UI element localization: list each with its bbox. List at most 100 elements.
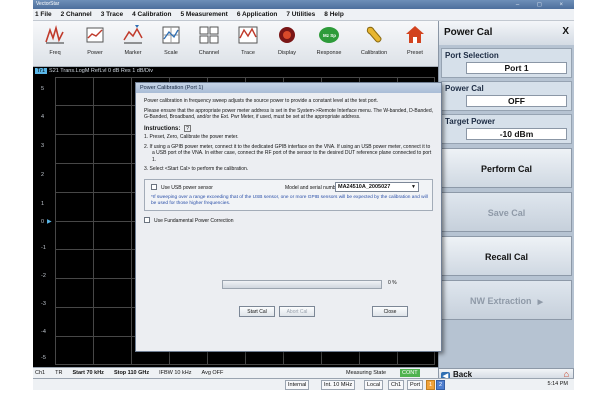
trace-icon xyxy=(238,26,258,44)
y-tick-label: -5 xyxy=(41,355,46,361)
menu-channel[interactable]: 2 Channel xyxy=(61,11,92,18)
start-cal-button[interactable]: Start Cal xyxy=(239,306,275,317)
display-button[interactable]: Display xyxy=(267,24,307,64)
marker-button[interactable]: Marker xyxy=(113,24,153,64)
save-cal-button[interactable]: Save Cal xyxy=(441,192,572,232)
response-button[interactable]: Response xyxy=(309,24,349,64)
instruction-steps: 1. Preset, Zero, Calibrate the power met… xyxy=(144,134,433,173)
use-usb-label: Use USB power sensor xyxy=(161,184,213,191)
dialog-address-note: Please ensure that the appropriate power… xyxy=(144,107,433,121)
power-cal-panel: Power Cal X Port Selection Port 1 Power … xyxy=(438,21,574,368)
recall-cal-button[interactable]: Recall Cal xyxy=(441,236,572,276)
abort-cal-button[interactable]: Abort Cal xyxy=(279,306,315,317)
status-port-1[interactable]: 1 xyxy=(426,380,436,390)
dropdown-arrow-icon: ▼ xyxy=(411,183,416,190)
nw-extraction-button[interactable]: NW Extraction ▶ xyxy=(441,280,572,320)
use-usb-checkbox[interactable] xyxy=(151,183,157,190)
dialog-title: Power Calibration (Port 1) xyxy=(136,83,441,93)
response-badge: Mz Sp xyxy=(323,33,336,38)
trace-header[interactable]: Tr1 S21 Trans.LogM RefLvl 0 dB Res 1 dB/D… xyxy=(33,67,438,75)
status-ifbw[interactable]: IFBW 10 kHz xyxy=(159,370,191,376)
instruction-step: 2. If using a GPIB power meter, connect … xyxy=(144,143,432,163)
usb-sensor-group: Use USB power sensor Model and serial nu… xyxy=(144,178,433,211)
menu-measurement[interactable]: 5 Measurement xyxy=(180,11,227,18)
status-stop[interactable]: Stop 110 GHz xyxy=(114,370,149,376)
power-calibration-dialog: Power Calibration (Port 1) Power calibra… xyxy=(135,82,442,352)
power-cal-value[interactable]: OFF xyxy=(466,95,567,107)
clock: 5:14 PM xyxy=(547,381,568,387)
arrow-right-icon: ▶ xyxy=(537,299,543,306)
port-selection-block[interactable]: Port Selection Port 1 xyxy=(441,48,572,78)
menu-bar: 1 File 2 Channel 3 Trace 4 Calibration 5… xyxy=(33,9,574,21)
panel-close-button[interactable]: X xyxy=(562,26,569,37)
y-tick-label: 4 xyxy=(41,114,45,120)
marker-icon xyxy=(123,25,143,44)
status-ch1[interactable]: Ch1 xyxy=(388,380,405,390)
y-tick-label: 1 xyxy=(41,201,45,207)
display-icon xyxy=(279,27,295,43)
calibration-progress-bar xyxy=(222,280,382,289)
status-avg[interactable]: Avg OFF xyxy=(202,370,224,376)
instruction-step: 1. Preset, Zero, Calibrate the power met… xyxy=(144,134,239,140)
y-tick-label: -4 xyxy=(41,329,46,335)
menu-utilities[interactable]: 7 Utilities xyxy=(286,11,315,18)
freq-button[interactable]: Freq xyxy=(35,24,75,64)
power-button[interactable]: Power xyxy=(75,24,115,64)
channel-icon xyxy=(199,26,219,44)
menu-help[interactable]: 8 Help xyxy=(324,11,344,18)
help-icon[interactable]: ? xyxy=(184,124,192,132)
fundamental-power-row: Use Fundamental Power Correction xyxy=(144,216,433,224)
panel-title: Power Cal X xyxy=(439,21,574,45)
status-channel: Ch1 xyxy=(35,370,46,376)
menu-file[interactable]: 1 File xyxy=(35,11,52,18)
y-tick-label: 2 xyxy=(41,172,45,178)
home-icon xyxy=(406,26,424,43)
model-serial-select[interactable]: MA24510A_2005027 ▼ xyxy=(335,181,419,192)
instruction-step: 3. Select <Start Cal> to perform the cal… xyxy=(144,166,249,172)
vna-screen: VectorStar – ◻ × 1 File 2 Channel 3 Trac… xyxy=(33,0,574,390)
fundamental-power-label: Use Fundamental Power Correction xyxy=(154,217,234,224)
y-tick-label: -3 xyxy=(41,301,46,307)
system-status-bar: Internal Int. 10 MHz Local Ch1 Port 1 2 … xyxy=(33,378,574,390)
power-icon xyxy=(86,27,104,43)
menu-application[interactable]: 6 Application xyxy=(237,11,278,18)
title-bar: VectorStar – ◻ × xyxy=(33,0,574,9)
status-int-ref[interactable]: Int. 10 MHz xyxy=(321,380,356,390)
cont-badge[interactable]: CONT xyxy=(400,369,420,377)
menu-calibration[interactable]: 4 Calibration xyxy=(132,11,171,18)
fundamental-power-checkbox[interactable] xyxy=(144,216,150,223)
trace-button[interactable]: Trace xyxy=(228,24,268,64)
toolbar: Freq Power Marker Scale Channel Trace Di… xyxy=(33,21,438,67)
instructions-heading: Instructions: ? xyxy=(144,124,433,133)
reference-arrow-icon: ▶ xyxy=(47,219,52,225)
menu-trace[interactable]: 3 Trace xyxy=(101,11,123,18)
usb-warning-text: *If sweeping over a range exceeding that… xyxy=(151,194,428,206)
measuring-state-label: Measuring State xyxy=(346,370,387,376)
close-button[interactable]: Close xyxy=(372,306,408,317)
target-power-block[interactable]: Target Power -10 dBm xyxy=(441,114,572,144)
y-tick-label: 5 xyxy=(41,86,45,92)
scale-icon xyxy=(162,26,180,44)
trace-header-text: S21 Trans.LogM RefLvl 0 dB Res 1 dB/Div xyxy=(49,68,153,74)
calibration-button[interactable]: Calibration xyxy=(354,24,394,64)
window-title: VectorStar xyxy=(36,1,60,7)
channel-button[interactable]: Channel xyxy=(189,24,229,64)
status-internal[interactable]: Internal xyxy=(285,380,310,390)
trace-id: Tr1 xyxy=(35,68,48,74)
perform-cal-button[interactable]: Perform Cal xyxy=(441,148,572,188)
power-cal-toggle-block[interactable]: Power Cal OFF xyxy=(441,81,572,111)
scale-button[interactable]: Scale xyxy=(151,24,191,64)
status-port-label: Port xyxy=(407,380,424,390)
model-serial-label: Model and serial number xyxy=(285,184,341,191)
target-power-value[interactable]: -10 dBm xyxy=(466,128,567,140)
status-trace: TR xyxy=(55,370,63,376)
wrench-icon xyxy=(366,26,382,43)
dialog-intro: Power calibration in frequency sweep adj… xyxy=(144,98,379,104)
status-start[interactable]: Start 70 kHz xyxy=(72,370,104,376)
preset-button[interactable]: Preset xyxy=(395,24,435,64)
status-port-2[interactable]: 2 xyxy=(436,380,446,390)
port-selection-value[interactable]: Port 1 xyxy=(466,62,567,74)
status-local[interactable]: Local xyxy=(364,380,384,390)
y-tick-label: -2 xyxy=(41,273,46,279)
progress-percent: 0 % xyxy=(388,280,397,286)
